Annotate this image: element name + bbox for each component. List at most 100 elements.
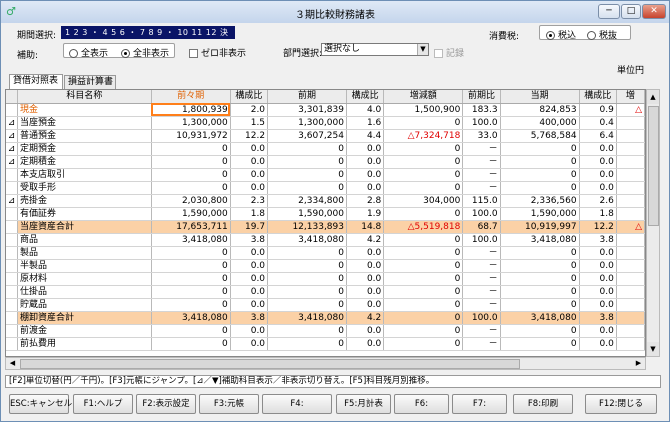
- toggle-sub-icon[interactable]: [6, 207, 18, 221]
- value-cell: 0.0: [346, 298, 385, 312]
- toggle-sub-icon[interactable]: [6, 298, 18, 312]
- table-row[interactable]: 当座資産合計 17,653,711 19.7 12,133,893 14.8 △5,519…: [6, 220, 645, 234]
- horizontal-scrollbar[interactable]: ◀ ▶: [5, 357, 646, 370]
- value-cell: 0: [267, 259, 347, 273]
- scroll-left-icon[interactable]: ◀: [6, 358, 19, 369]
- value-cell: 0.0: [346, 285, 385, 299]
- tab-balance-sheet[interactable]: 貸借対照表: [9, 74, 63, 89]
- value-cell: [616, 142, 645, 156]
- table-row[interactable]: ⊿ 定期預金 0 0.0 0 0.0 0 － 0 0.0: [6, 142, 645, 156]
- checkbox-icon: [434, 49, 443, 58]
- toggle-sub-icon[interactable]: ⊿: [6, 194, 18, 208]
- scroll-thumb[interactable]: [648, 106, 659, 226]
- radio-tax-excl[interactable]: 税抜: [587, 28, 617, 41]
- dept-select[interactable]: 選択なし ▼: [321, 43, 429, 56]
- scroll-up-icon[interactable]: ▲: [647, 90, 659, 104]
- table-row[interactable]: 前渡金 0 0.0 0 0.0 0 － 0 0.0: [6, 324, 645, 338]
- tab-income-statement[interactable]: 損益計算書: [64, 75, 116, 89]
- table-row[interactable]: 有価証券 1,590,000 1.8 1,590,000 1.9 0 100.0 1,590,…: [6, 207, 645, 221]
- table-row[interactable]: 半製品 0 0.0 0 0.0 0 － 0 0.0: [6, 259, 645, 273]
- value-cell: [616, 233, 645, 247]
- maximize-button[interactable]: □: [621, 4, 641, 19]
- f5-monthly-button[interactable]: F5:月計表: [336, 394, 391, 414]
- toggle-sub-icon[interactable]: [6, 181, 18, 195]
- scroll-thumb[interactable]: [20, 359, 520, 369]
- toggle-sub-icon[interactable]: [6, 168, 18, 182]
- value-cell: 0: [500, 181, 580, 195]
- table-row[interactable]: 製品 0 0.0 0 0.0 0 － 0 0.0: [6, 246, 645, 260]
- table-row[interactable]: 貯蔵品 0 0.0 0 0.0 0 － 0 0.0: [6, 298, 645, 312]
- f6-button[interactable]: F6:: [394, 394, 449, 414]
- table-row[interactable]: 仕掛品 0 0.0 0 0.0 0 － 0 0.0: [6, 285, 645, 299]
- zero-hide-checkbox[interactable]: ゼロ非表示: [189, 46, 246, 59]
- toggle-sub-icon[interactable]: [6, 246, 18, 260]
- toggle-sub-icon[interactable]: [6, 220, 18, 234]
- table-row[interactable]: 原材料 0 0.0 0 0.0 0 － 0 0.0: [6, 272, 645, 286]
- value-cell: [616, 259, 645, 273]
- memo-checkbox[interactable]: 記録: [434, 46, 464, 59]
- f2-display-settings-button[interactable]: F2:表示設定: [136, 394, 196, 414]
- data-grid[interactable]: 科目名称 前々期 構成比 前期 構成比 増減額 前期比 当期 構成比増 現金 1,800,939 2…: [5, 89, 646, 357]
- period-label: 期間選択:: [17, 31, 57, 41]
- period-selector[interactable]: 1 2 3 ・ 4 5 6 ・ 7 8 9 ・ 10 11 12 決: [61, 26, 235, 39]
- toggle-sub-icon[interactable]: [6, 324, 18, 338]
- value-cell: [616, 194, 645, 208]
- toggle-sub-icon[interactable]: [6, 285, 18, 299]
- column-header: 科目名称: [17, 90, 152, 104]
- radio-all-hide[interactable]: 全非表示: [121, 46, 169, 59]
- table-row[interactable]: 棚卸資産合計 3,418,080 3.8 3,418,080 4.2 0 100.0 3,41…: [6, 311, 645, 325]
- value-cell: 33.0: [462, 129, 501, 143]
- value-cell: 3,418,080: [267, 233, 347, 247]
- table-row[interactable]: ⊿ 普通預金 10,931,972 12.2 3,607,254 4.4 △7,324,71…: [6, 129, 645, 143]
- table-row[interactable]: 本支店取引 0 0.0 0 0.0 0 － 0 0.0: [6, 168, 645, 182]
- table-row[interactable]: 商品 3,418,080 3.8 3,418,080 4.2 0 100.0 3,418,08…: [6, 233, 645, 247]
- f4-button[interactable]: F4:: [262, 394, 332, 414]
- close-button[interactable]: ✕: [642, 4, 666, 19]
- toggle-sub-icon[interactable]: [6, 233, 18, 247]
- chevron-down-icon[interactable]: ▼: [417, 44, 428, 55]
- table-row[interactable]: 受取手形 0 0.0 0 0.0 0 － 0 0.0: [6, 181, 645, 195]
- esc-cancel-button[interactable]: ESC:キャンセル: [9, 394, 72, 414]
- vertical-scrollbar[interactable]: ▲ ▼: [646, 89, 660, 357]
- value-cell: 14.8: [346, 220, 385, 234]
- value-cell: 3,418,080: [500, 311, 580, 325]
- value-cell: 3,301,839: [267, 103, 347, 117]
- column-header: [6, 90, 18, 104]
- radio-tax-incl[interactable]: 税込: [546, 28, 576, 41]
- scroll-right-icon[interactable]: ▶: [632, 358, 645, 369]
- f12-close-button[interactable]: F12:閉じる: [585, 394, 657, 414]
- f1-help-button[interactable]: F1:ヘルプ: [73, 394, 133, 414]
- table-row[interactable]: 前払費用 0 0.0 0 0.0 0 － 0 0.0: [6, 337, 645, 351]
- toggle-sub-icon[interactable]: ⊿: [6, 142, 18, 156]
- toggle-sub-icon[interactable]: ⊿: [6, 129, 18, 143]
- toggle-sub-icon[interactable]: [6, 337, 18, 351]
- table-row[interactable]: ⊿ 売掛金 2,030,800 2.3 2,334,800 2.8 304,000 115.0…: [6, 194, 645, 208]
- minimize-button[interactable]: ─: [598, 4, 620, 19]
- toggle-sub-icon[interactable]: [6, 103, 18, 117]
- f8-print-button[interactable]: F8:印刷: [513, 394, 573, 414]
- toggle-sub-icon[interactable]: [6, 272, 18, 286]
- table-row[interactable]: ⊿ 定期積金 0 0.0 0 0.0 0 － 0 0.0: [6, 155, 645, 169]
- table-row[interactable]: ⊿ 当座預金 1,300,000 1.5 1,300,000 1.6 0 100.0 400,0…: [6, 116, 645, 130]
- radio-all-show[interactable]: 全表示: [69, 46, 108, 59]
- account-name-cell: 当座預金: [17, 116, 152, 130]
- toggle-sub-icon[interactable]: ⊿: [6, 155, 18, 169]
- value-cell: 1,590,000: [267, 207, 347, 221]
- value-cell: 0: [500, 142, 580, 156]
- f3-ledger-button[interactable]: F3:元帳: [199, 394, 259, 414]
- value-cell: －: [462, 272, 501, 286]
- scroll-down-icon[interactable]: ▼: [647, 342, 659, 356]
- toggle-sub-icon[interactable]: [6, 311, 18, 325]
- table-row[interactable]: 現金 1,800,939 2.0 3,301,839 4.0 1,500,900 183.3…: [6, 103, 645, 117]
- value-cell: △5,519,818: [383, 220, 464, 234]
- radio-all-show-label: 全表示: [81, 49, 109, 59]
- toggle-sub-icon[interactable]: ⊿: [6, 116, 18, 130]
- value-cell: 10,919,997: [500, 220, 580, 234]
- value-cell: 0: [151, 155, 231, 169]
- f7-button[interactable]: F7:: [452, 394, 507, 414]
- account-name-cell: 定期積金: [17, 155, 152, 169]
- toggle-sub-icon[interactable]: [6, 259, 18, 273]
- value-cell: 19.7: [230, 220, 269, 234]
- account-name-cell: 本支店取引: [17, 168, 152, 182]
- value-cell: 0.0: [230, 168, 269, 182]
